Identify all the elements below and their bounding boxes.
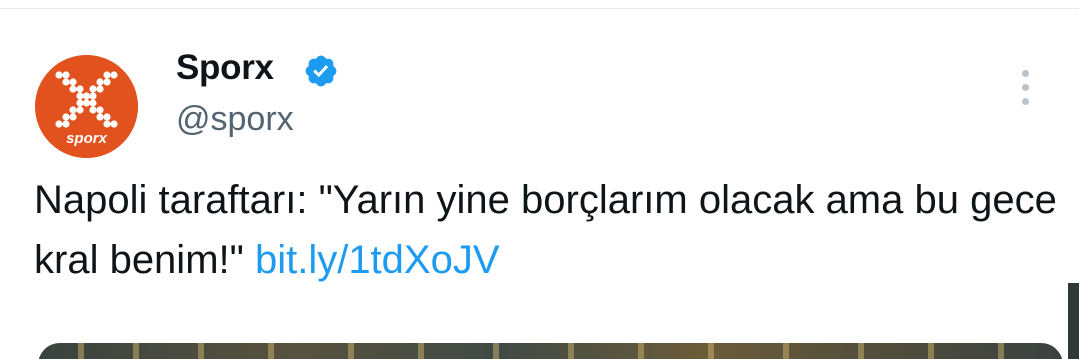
verified-badge-icon bbox=[305, 55, 337, 87]
more-options-icon[interactable] bbox=[1012, 68, 1038, 108]
tweet-body: Napoli taraftarı: "Yarın yine borçlarım … bbox=[34, 178, 1057, 282]
scrollbar[interactable] bbox=[1068, 283, 1079, 359]
menu-dot bbox=[1022, 70, 1029, 77]
menu-dot bbox=[1022, 84, 1029, 91]
divider bbox=[0, 8, 1079, 9]
author-handle[interactable]: @sporx bbox=[176, 100, 294, 139]
avatar[interactable]: sporx bbox=[35, 55, 138, 158]
sporx-logo-icon: sporx bbox=[35, 55, 138, 158]
tweet-link[interactable]: bit.ly/1tdXoJV bbox=[255, 238, 500, 282]
author-name[interactable]: Sporx bbox=[176, 48, 274, 88]
svg-text:sporx: sporx bbox=[66, 130, 108, 147]
menu-dot bbox=[1022, 98, 1029, 105]
tweet-media-image[interactable] bbox=[38, 343, 1063, 359]
tweet-card: sporx Sporx @sporx Napoli taraftarı: "Ya… bbox=[0, 0, 1079, 359]
tweet-text: Napoli taraftarı: "Yarın yine borçlarım … bbox=[34, 170, 1064, 290]
